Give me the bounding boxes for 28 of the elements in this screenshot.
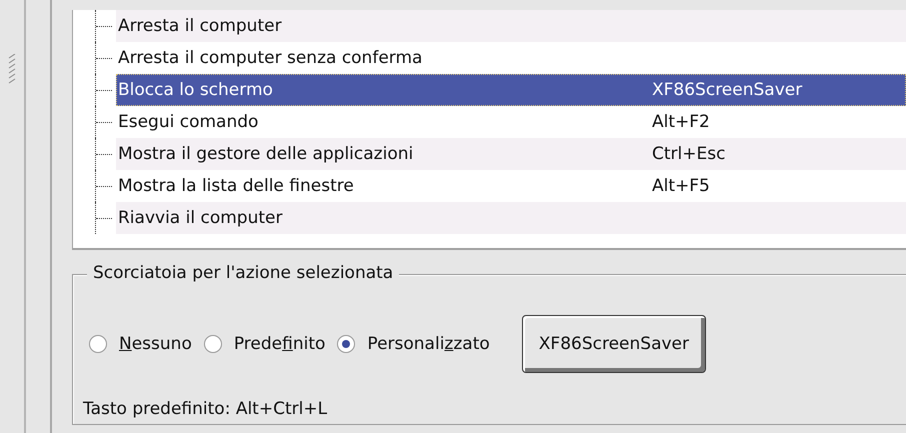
- action-row[interactable]: Esegui comando Alt+F2: [116, 106, 906, 138]
- radio-button[interactable]: [204, 335, 222, 353]
- action-name: Mostra la lista delle finestre: [118, 176, 355, 196]
- action-row[interactable]: Arresta il computer: [116, 10, 906, 42]
- radio-label[interactable]: Predefinito: [234, 334, 326, 354]
- radio-label[interactable]: Nessuno: [119, 334, 192, 354]
- key-button[interactable]: XF86ScreenSaver: [522, 315, 706, 373]
- default-key-text: Tasto predefinito: Alt+Ctrl+L: [83, 399, 328, 419]
- shortcut-text: XF86ScreenSaver: [652, 80, 802, 100]
- radio-button[interactable]: [337, 335, 356, 353]
- action-row[interactable]: Mostra il gestore delle applicazioni Ctrl+Esc: [116, 138, 906, 170]
- shortcut-text: Alt+F5: [652, 176, 710, 196]
- action-row[interactable]: Riavvia il computer: [116, 202, 906, 234]
- shortcut-text: Ctrl+Esc: [652, 144, 726, 164]
- action-name: Blocca lo schermo: [118, 80, 274, 100]
- radio-button[interactable]: [89, 335, 107, 353]
- action-name: Esegui comando: [118, 112, 260, 132]
- action-row[interactable]: Blocca lo schermo XF86ScreenSaver: [116, 74, 906, 106]
- action-row[interactable]: Arresta il computer senza conferma: [116, 42, 906, 74]
- shortcut-text: Alt+F2: [652, 112, 710, 132]
- radio-label[interactable]: Personalizzato: [367, 334, 490, 354]
- action-name: Mostra il gestore delle applicazioni: [118, 144, 414, 164]
- grip-icon[interactable]: [8, 54, 16, 84]
- action-name: Arresta il computer: [118, 16, 283, 36]
- group-title: Scorciatoia per l'azione selezionata: [87, 263, 400, 283]
- action-row[interactable]: Mostra la lista delle finestre Alt+F5: [116, 170, 906, 202]
- action-name: Arresta il computer senza conferma: [118, 48, 424, 68]
- action-name: Riavvia il computer: [118, 208, 284, 228]
